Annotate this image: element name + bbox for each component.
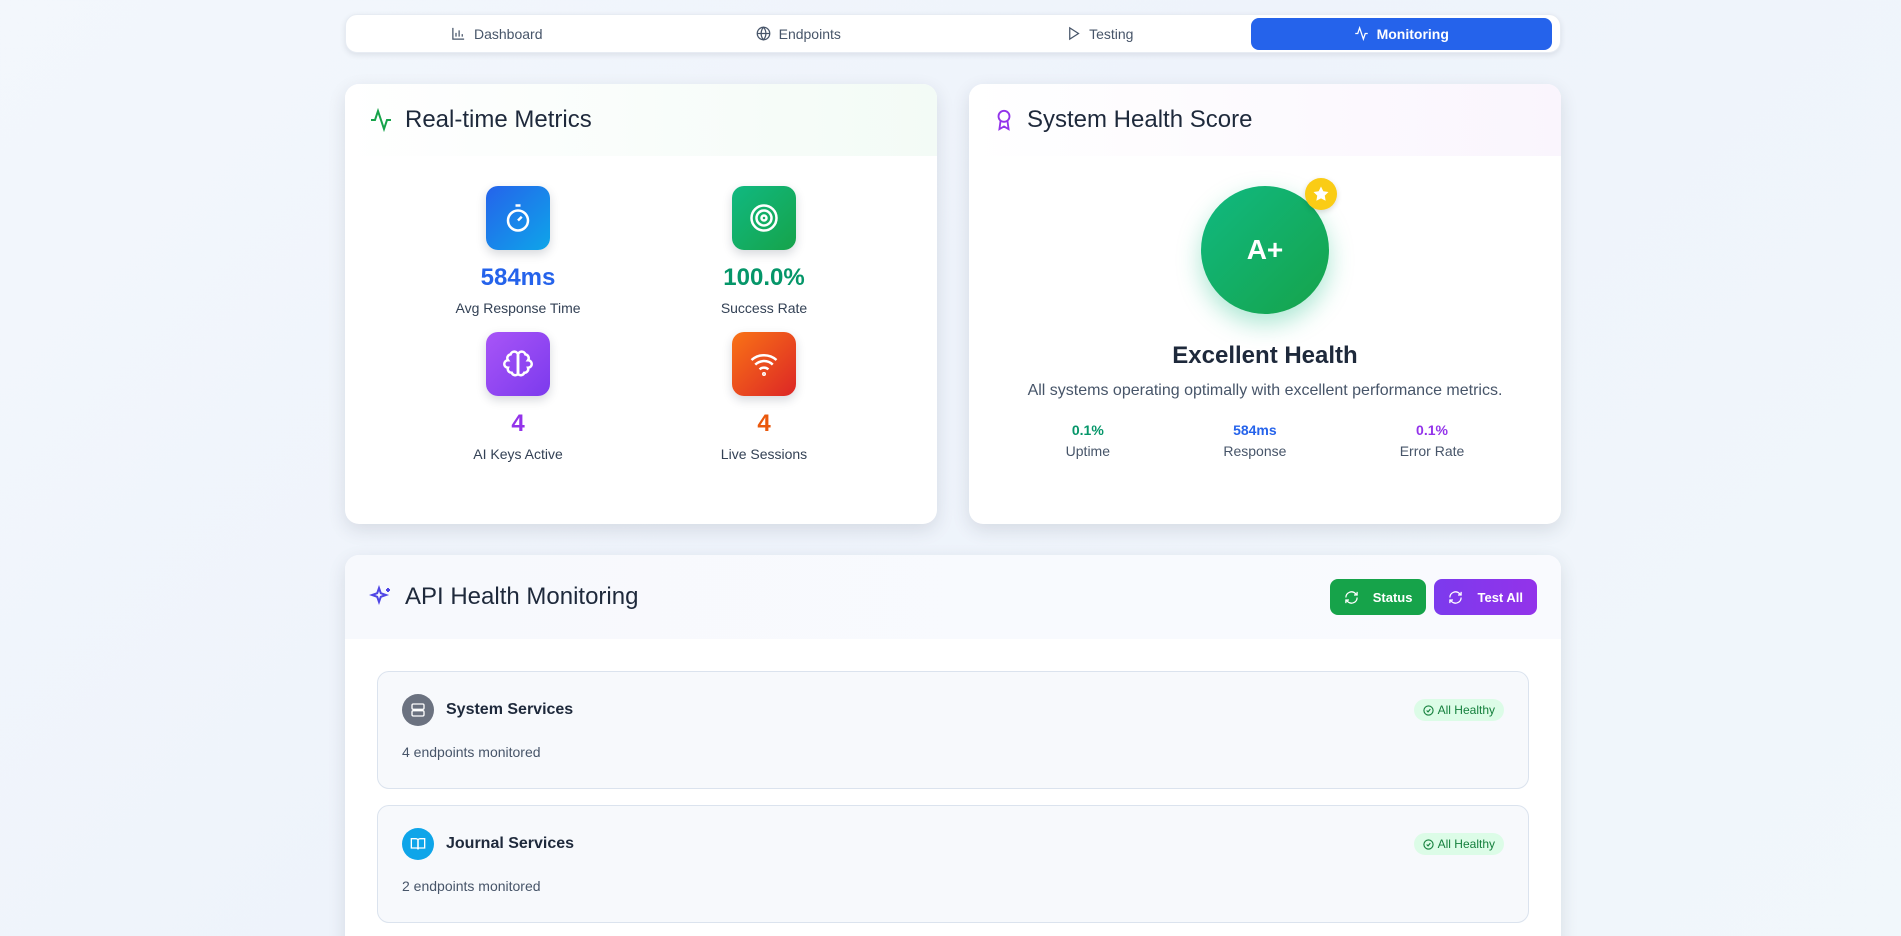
- realtime-metrics-card: Real-time Metrics 584ms Avg Response Tim…: [345, 84, 937, 524]
- stat-label: Error Rate: [1399, 443, 1465, 459]
- card-header: Real-time Metrics: [345, 84, 937, 156]
- status-badge: All Healthy: [1413, 833, 1504, 855]
- grade-badge: A+: [1201, 178, 1337, 314]
- system-health-card: System Health Score A+ Excellent Health …: [969, 84, 1561, 524]
- health-stats: 0.1% Uptime 584ms Response 0.1% Error Ra…: [969, 422, 1561, 459]
- card-header: System Health Score: [969, 84, 1561, 156]
- tab-endpoints[interactable]: Endpoints: [648, 18, 950, 50]
- stat-value: 584ms: [1233, 422, 1277, 438]
- badge-label: All Healthy: [1437, 703, 1495, 717]
- check-circle-icon: [1422, 838, 1434, 850]
- card-title: API Health Monitoring: [405, 583, 639, 610]
- tab-testing[interactable]: Testing: [949, 18, 1251, 50]
- stat-label: Uptime: [1065, 443, 1111, 459]
- button-label: Test All: [1477, 589, 1523, 605]
- card-title: Real-time Metrics: [405, 106, 592, 133]
- metric-value: 100.0%: [723, 264, 805, 291]
- refresh-icon: [1449, 590, 1463, 604]
- service-name: System Services: [446, 701, 574, 718]
- check-circle-icon: [1422, 704, 1434, 716]
- badge-label: All Healthy: [1437, 837, 1495, 851]
- stat-value: 0.1%: [1071, 422, 1104, 438]
- metric-label: Live Sessions: [720, 446, 808, 462]
- metric-label: Avg Response Time: [455, 300, 581, 316]
- test-all-button[interactable]: Test All: [1434, 579, 1537, 615]
- service-journal[interactable]: Journal Services All Healthy 2 endpoints…: [377, 805, 1529, 923]
- metric-label: Success Rate: [720, 300, 808, 316]
- service-subtitle: 2 endpoints monitored: [402, 878, 541, 894]
- tab-dashboard[interactable]: Dashboard: [346, 18, 648, 50]
- stat-error-rate: 0.1% Error Rate: [1400, 422, 1465, 459]
- stat-response: 584ms Response: [1223, 422, 1286, 459]
- refresh-icon: [1345, 590, 1358, 604]
- service-list: System Services All Healthy 4 endpoints …: [345, 639, 1561, 923]
- api-health-monitoring-card: API Health Monitoring Status Test All Sy…: [345, 555, 1561, 936]
- status-badge: All Healthy: [1413, 699, 1504, 721]
- award-icon: [997, 109, 1011, 131]
- metric-ai-keys: 4 AI Keys Active: [395, 332, 641, 462]
- health-status: Excellent Health: [1172, 342, 1358, 369]
- metric-value: 4: [757, 410, 771, 437]
- book-icon: [402, 828, 434, 860]
- metric-success-rate: 100.0% Success Rate: [641, 186, 887, 316]
- service-subtitle: 4 endpoints monitored: [402, 744, 541, 760]
- target-icon: [732, 186, 796, 250]
- stat-label: Response: [1223, 443, 1287, 459]
- play-icon: [1069, 26, 1080, 41]
- tab-label: Endpoints: [778, 25, 841, 42]
- tab-label: Testing: [1089, 25, 1134, 42]
- app-container: Dashboard Endpoints Testing Monitoring R…: [345, 14, 1561, 936]
- star-icon: [1305, 178, 1337, 210]
- stat-value: 0.1%: [1416, 422, 1448, 438]
- brain-icon: [486, 332, 550, 396]
- tab-label: Monitoring: [1376, 25, 1449, 42]
- bar-chart-icon: [452, 27, 465, 40]
- status-button[interactable]: Status: [1329, 579, 1427, 615]
- tab-monitoring[interactable]: Monitoring: [1250, 17, 1552, 50]
- activity-icon: [1354, 26, 1368, 41]
- monitor-actions: Status Test All: [1329, 579, 1537, 615]
- metric-value: 4: [511, 410, 525, 437]
- service-system[interactable]: System Services All Healthy 4 endpoints …: [377, 671, 1529, 789]
- metric-live-sessions: 4 Live Sessions: [641, 332, 887, 462]
- health-description: All systems operating optimally with exc…: [1027, 382, 1503, 399]
- card-title: System Health Score: [1027, 106, 1253, 133]
- globe-icon: [756, 26, 770, 41]
- sparkles-icon: [369, 585, 390, 606]
- main-tabs: Dashboard Endpoints Testing Monitoring: [345, 14, 1561, 53]
- stat-uptime: 0.1% Uptime: [1066, 422, 1110, 459]
- metric-value: 584ms: [480, 264, 556, 291]
- stopwatch-icon: [486, 186, 550, 250]
- service-name: Journal Services: [446, 835, 575, 852]
- metrics-grid: 584ms Avg Response Time 100.0% Success R…: [345, 156, 937, 462]
- tab-label: Dashboard: [474, 25, 543, 42]
- metric-label: AI Keys Active: [473, 446, 563, 462]
- server-icon: [402, 694, 434, 726]
- wifi-icon: [732, 332, 796, 396]
- metric-avg-response: 584ms Avg Response Time: [395, 186, 641, 316]
- button-label: Status: [1372, 589, 1413, 605]
- activity-icon: [371, 108, 391, 132]
- card-header: API Health Monitoring Status Test All: [345, 555, 1561, 639]
